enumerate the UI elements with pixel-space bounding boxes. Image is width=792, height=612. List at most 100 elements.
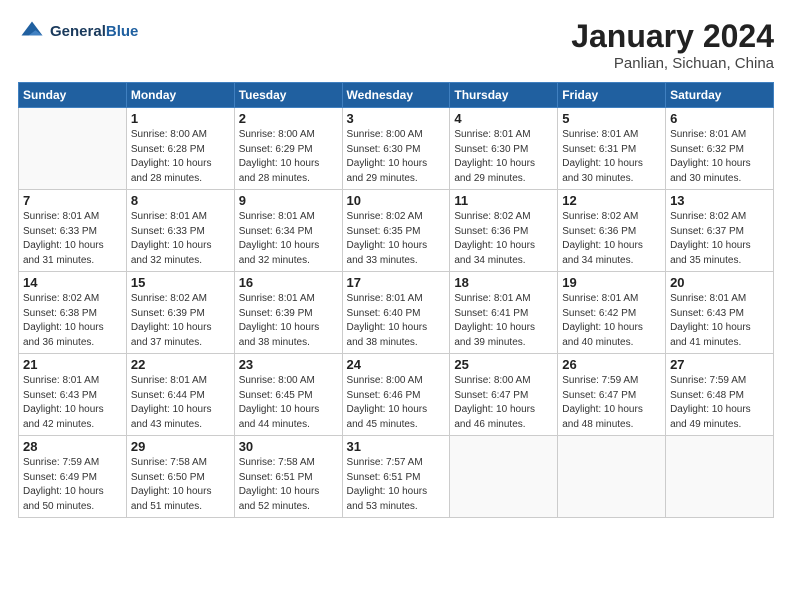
day-number: 26 [562, 357, 661, 372]
day-info: Sunrise: 7:57 AMSunset: 6:51 PMDaylight:… [347, 456, 446, 514]
week-row: 21 Sunrise: 8:01 AMSunset: 6:43 PMDayligh… [19, 354, 774, 436]
calendar-cell: 30 Sunrise: 7:58 AMSunset: 6:51 PMDayligh… [234, 436, 342, 518]
week-row: 14Sunrise: 8:02 AMSunset: 6:38 PMDayligh… [19, 272, 774, 354]
header: GeneralBlue January 2024 Panlian, Sichua… [18, 18, 774, 72]
day-number: 16 [239, 275, 338, 290]
calendar-cell: 14Sunrise: 8:02 AMSunset: 6:38 PMDayligh… [19, 272, 127, 354]
title-block: January 2024 Panlian, Sichuan, China [571, 18, 774, 72]
calendar-cell: 17 Sunrise: 8:01 AMSunset: 6:40 PMDayligh… [342, 272, 450, 354]
day-info: Sunrise: 8:02 AMSunset: 6:39 PMDaylight:… [131, 292, 230, 350]
day-number: 6 [670, 111, 769, 126]
day-info: Sunrise: 7:59 AMSunset: 6:49 PMDaylight:… [23, 456, 122, 514]
day-info: Sunrise: 7:59 AMSunset: 6:47 PMDaylight:… [562, 374, 661, 432]
day-info: Sunrise: 7:59 AMSunset: 6:48 PMDaylight:… [670, 374, 769, 432]
calendar-cell: 2 Sunrise: 8:00 AMSunset: 6:29 PMDaylight… [234, 108, 342, 190]
day-info: Sunrise: 8:00 AMSunset: 6:46 PMDaylight:… [347, 374, 446, 432]
week-row: 7Sunrise: 8:01 AMSunset: 6:33 PMDaylight… [19, 190, 774, 272]
day-info: Sunrise: 8:01 AMSunset: 6:40 PMDaylight:… [347, 292, 446, 350]
calendar-cell: 19 Sunrise: 8:01 AMSunset: 6:42 PMDayligh… [558, 272, 666, 354]
day-number: 8 [131, 193, 230, 208]
calendar-cell: 6 Sunrise: 8:01 AMSunset: 6:32 PMDaylight… [666, 108, 774, 190]
day-info: Sunrise: 8:01 AMSunset: 6:41 PMDaylight:… [454, 292, 553, 350]
day-info: Sunrise: 8:01 AMSunset: 6:42 PMDaylight:… [562, 292, 661, 350]
weekday-header: Wednesday [342, 83, 450, 108]
weekday-header: Friday [558, 83, 666, 108]
location-title: Panlian, Sichuan, China [571, 55, 774, 72]
calendar-cell: 24Sunrise: 8:00 AMSunset: 6:46 PMDayligh… [342, 354, 450, 436]
day-number: 11 [454, 193, 553, 208]
weekday-header: Sunday [19, 83, 127, 108]
calendar-cell: 5 Sunrise: 8:01 AMSunset: 6:31 PMDaylight… [558, 108, 666, 190]
day-number: 17 [347, 275, 446, 290]
day-info: Sunrise: 8:01 AMSunset: 6:34 PMDaylight:… [239, 210, 338, 268]
weekday-header: Thursday [450, 83, 558, 108]
weekday-header: Tuesday [234, 83, 342, 108]
calendar-cell: 22Sunrise: 8:01 AMSunset: 6:44 PMDayligh… [126, 354, 234, 436]
calendar-cell: 25 Sunrise: 8:00 AMSunset: 6:47 PMDayligh… [450, 354, 558, 436]
day-number: 2 [239, 111, 338, 126]
day-number: 25 [454, 357, 553, 372]
day-number: 5 [562, 111, 661, 126]
calendar-cell: 26 Sunrise: 7:59 AMSunset: 6:47 PMDayligh… [558, 354, 666, 436]
day-info: Sunrise: 8:01 AMSunset: 6:31 PMDaylight:… [562, 128, 661, 186]
day-info: Sunrise: 8:01 AMSunset: 6:33 PMDaylight:… [131, 210, 230, 268]
logo-text: GeneralBlue [50, 23, 138, 41]
calendar-cell [450, 436, 558, 518]
calendar-cell: 4Sunrise: 8:01 AMSunset: 6:30 PMDaylight… [450, 108, 558, 190]
day-number: 21 [23, 357, 122, 372]
day-number: 12 [562, 193, 661, 208]
calendar-cell: 7Sunrise: 8:01 AMSunset: 6:33 PMDaylight… [19, 190, 127, 272]
day-info: Sunrise: 8:00 AMSunset: 6:45 PMDaylight:… [239, 374, 338, 432]
page: GeneralBlue January 2024 Panlian, Sichua… [0, 0, 792, 612]
day-number: 29 [131, 439, 230, 454]
calendar-cell: 28Sunrise: 7:59 AMSunset: 6:49 PMDayligh… [19, 436, 127, 518]
weekday-header: Saturday [666, 83, 774, 108]
day-number: 20 [670, 275, 769, 290]
calendar-cell: 20Sunrise: 8:01 AMSunset: 6:43 PMDayligh… [666, 272, 774, 354]
day-number: 18 [454, 275, 553, 290]
weekday-header: Monday [126, 83, 234, 108]
calendar-cell [666, 436, 774, 518]
logo-icon [18, 18, 46, 46]
day-info: Sunrise: 8:01 AMSunset: 6:43 PMDaylight:… [23, 374, 122, 432]
day-info: Sunrise: 8:00 AMSunset: 6:47 PMDaylight:… [454, 374, 553, 432]
logo: GeneralBlue [18, 18, 138, 46]
day-info: Sunrise: 7:58 AMSunset: 6:51 PMDaylight:… [239, 456, 338, 514]
weekday-header-row: SundayMondayTuesdayWednesdayThursdayFrid… [19, 83, 774, 108]
day-number: 14 [23, 275, 122, 290]
day-number: 30 [239, 439, 338, 454]
day-number: 9 [239, 193, 338, 208]
calendar-cell: 3Sunrise: 8:00 AMSunset: 6:30 PMDaylight… [342, 108, 450, 190]
day-info: Sunrise: 8:01 AMSunset: 6:32 PMDaylight:… [670, 128, 769, 186]
day-number: 4 [454, 111, 553, 126]
calendar-cell: 1Sunrise: 8:00 AMSunset: 6:28 PMDaylight… [126, 108, 234, 190]
calendar-cell: 23 Sunrise: 8:00 AMSunset: 6:45 PMDayligh… [234, 354, 342, 436]
calendar-cell: 21 Sunrise: 8:01 AMSunset: 6:43 PMDayligh… [19, 354, 127, 436]
calendar-cell: 18 Sunrise: 8:01 AMSunset: 6:41 PMDayligh… [450, 272, 558, 354]
calendar-cell: 29 Sunrise: 7:58 AMSunset: 6:50 PMDayligh… [126, 436, 234, 518]
calendar-cell: 10 Sunrise: 8:02 AMSunset: 6:35 PMDayligh… [342, 190, 450, 272]
day-info: Sunrise: 8:01 AMSunset: 6:44 PMDaylight:… [131, 374, 230, 432]
day-info: Sunrise: 8:02 AMSunset: 6:35 PMDaylight:… [347, 210, 446, 268]
calendar-cell [19, 108, 127, 190]
calendar-cell: 8 Sunrise: 8:01 AMSunset: 6:33 PMDaylight… [126, 190, 234, 272]
week-row: 28Sunrise: 7:59 AMSunset: 6:49 PMDayligh… [19, 436, 774, 518]
day-info: Sunrise: 8:00 AMSunset: 6:29 PMDaylight:… [239, 128, 338, 186]
day-info: Sunrise: 8:01 AMSunset: 6:39 PMDaylight:… [239, 292, 338, 350]
calendar-cell [558, 436, 666, 518]
day-number: 19 [562, 275, 661, 290]
day-number: 27 [670, 357, 769, 372]
day-number: 1 [131, 111, 230, 126]
calendar-cell: 15 Sunrise: 8:02 AMSunset: 6:39 PMDayligh… [126, 272, 234, 354]
calendar-cell: 11Sunrise: 8:02 AMSunset: 6:36 PMDayligh… [450, 190, 558, 272]
calendar-cell: 13Sunrise: 8:02 AMSunset: 6:37 PMDayligh… [666, 190, 774, 272]
calendar-cell: 31Sunrise: 7:57 AMSunset: 6:51 PMDayligh… [342, 436, 450, 518]
calendar-cell: 9 Sunrise: 8:01 AMSunset: 6:34 PMDaylight… [234, 190, 342, 272]
day-number: 15 [131, 275, 230, 290]
day-info: Sunrise: 8:02 AMSunset: 6:36 PMDaylight:… [562, 210, 661, 268]
calendar-cell: 27 Sunrise: 7:59 AMSunset: 6:48 PMDayligh… [666, 354, 774, 436]
day-number: 23 [239, 357, 338, 372]
day-info: Sunrise: 7:58 AMSunset: 6:50 PMDaylight:… [131, 456, 230, 514]
day-info: Sunrise: 8:01 AMSunset: 6:33 PMDaylight:… [23, 210, 122, 268]
day-number: 10 [347, 193, 446, 208]
